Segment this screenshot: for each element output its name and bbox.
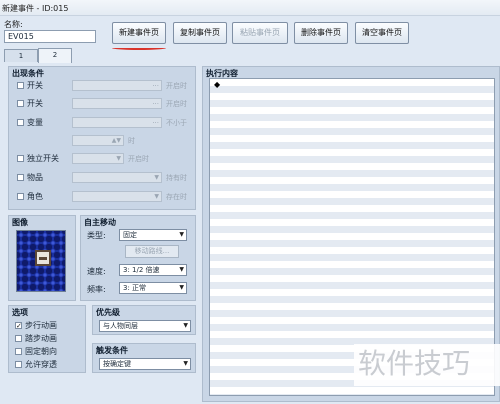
tab-page-1[interactable]: 1 [4,49,38,62]
priority-select[interactable]: 与人物同层 ▼ [99,320,191,332]
priority-value: 与人物同层 [103,322,138,330]
switch1-on-text: 开启时 [166,82,187,90]
clear-page-button[interactable]: 清空事件页 [355,22,409,44]
movement-speed-select[interactable]: 3: 1/2 倍速 ▼ [119,264,187,276]
switch2-field[interactable]: ... [72,98,162,109]
chest-sprite-icon [35,250,51,266]
chevron-down-icon: ▼ [179,284,184,291]
event-name-input[interactable]: EV015 [4,30,96,43]
paste-page-button[interactable]: 粘贴事件页 [232,22,288,44]
movement-freq-value: 3: 正常 [123,284,147,292]
priority-title: 优先级 [96,308,120,317]
actor-select[interactable]: ▼ [72,191,162,202]
movement-panel: 自主移动 类型: 固定 ▼ 移动路线... 速度: 3: 1/2 倍速 ▼ 频率… [80,215,196,301]
movement-freq-label: 频率: [87,285,106,294]
movement-speed-label: 速度: [87,267,106,276]
switch2-checkbox[interactable] [17,100,24,107]
tab-page-2[interactable]: 2 [38,48,72,63]
movement-type-value: 固定 [123,231,137,239]
movement-freq-select[interactable]: 3: 正常 ▼ [119,282,187,294]
item-select[interactable]: ▼ [72,172,162,183]
switch2-label: 开关 [27,99,43,108]
exec-list-item[interactable]: ◆ [214,80,220,89]
actor-checkbox[interactable] [17,193,24,200]
watermark: 软件技巧 [354,344,500,386]
actor-present-text: 存在时 [166,193,187,201]
options-title: 选项 [12,308,28,317]
item-held-text: 持有时 [166,174,187,182]
move-route-button[interactable]: 移动路线... [125,245,179,258]
switch2-on-text: 开启时 [166,100,187,108]
conditions-panel: 出现条件 开关 ... 开启时 开关 ... 开启时 变量 ... 不小于 ▲▼… [8,66,196,210]
switch1-label: 开关 [27,81,43,90]
variable-label: 变量 [27,118,43,127]
self-switch-label: 独立开关 [27,154,59,163]
walking-anim-checkbox[interactable]: ✓ [15,322,22,330]
actor-label: 角色 [27,192,43,201]
movement-type-label: 类型: [87,231,106,240]
image-title: 图像 [12,218,28,227]
options-panel: 选项 ✓ 步行动画 踏步动画 固定朝向 允许穿透 [8,305,86,373]
trigger-value: 按确定键 [103,360,131,368]
self-switch-select[interactable]: ▼ [72,153,124,164]
direction-fix-label: 固定朝向 [25,347,57,356]
movement-title: 自主移动 [84,218,116,227]
variable-times-text: 时 [128,137,135,145]
trigger-select[interactable]: 按确定键 ▼ [99,358,191,370]
priority-panel: 优先级 与人物同层 ▼ [92,305,196,335]
variable-checkbox[interactable] [17,119,24,126]
copy-page-button[interactable]: 复制事件页 [173,22,227,44]
self-switch-checkbox[interactable] [17,155,24,162]
stepping-anim-label: 踏步动画 [25,334,57,343]
switch1-field[interactable]: ... [72,80,162,91]
delete-page-button[interactable]: 删除事件页 [294,22,348,44]
trigger-title: 触发条件 [96,346,128,355]
through-label: 允许穿透 [25,360,57,369]
chevron-down-icon: ▼ [179,231,184,238]
event-graphic-preview[interactable] [16,230,66,292]
item-label: 物品 [27,173,43,182]
window-title: 新建事件 - ID:015 [2,4,69,13]
movement-speed-value: 3: 1/2 倍速 [123,266,160,274]
switch1-checkbox[interactable] [17,82,24,89]
movement-type-select[interactable]: 固定 ▼ [119,229,187,241]
red-underline-annotation [112,46,166,50]
chevron-down-icon: ▼ [183,360,188,367]
variable-value-spinner[interactable]: ▲▼ [72,135,124,146]
direction-fix-checkbox[interactable] [15,348,22,355]
name-label: 名称: [4,20,23,29]
chevron-down-icon: ▼ [179,266,184,273]
conditions-title: 出现条件 [12,69,44,78]
title-bar: 新建事件 - ID:015 [0,0,500,16]
variable-not-less-text: 不小于 [166,119,187,127]
walking-anim-label: 步行动画 [25,321,57,330]
variable-field[interactable]: ... [72,117,162,128]
item-checkbox[interactable] [17,174,24,181]
stepping-anim-checkbox[interactable] [15,335,22,342]
new-page-button[interactable]: 新建事件页 [112,22,166,44]
through-checkbox[interactable] [15,361,22,368]
trigger-panel: 触发条件 按确定键 ▼ [92,343,196,373]
self-switch-on-text: 开启时 [128,155,149,163]
chevron-down-icon: ▼ [183,322,188,329]
